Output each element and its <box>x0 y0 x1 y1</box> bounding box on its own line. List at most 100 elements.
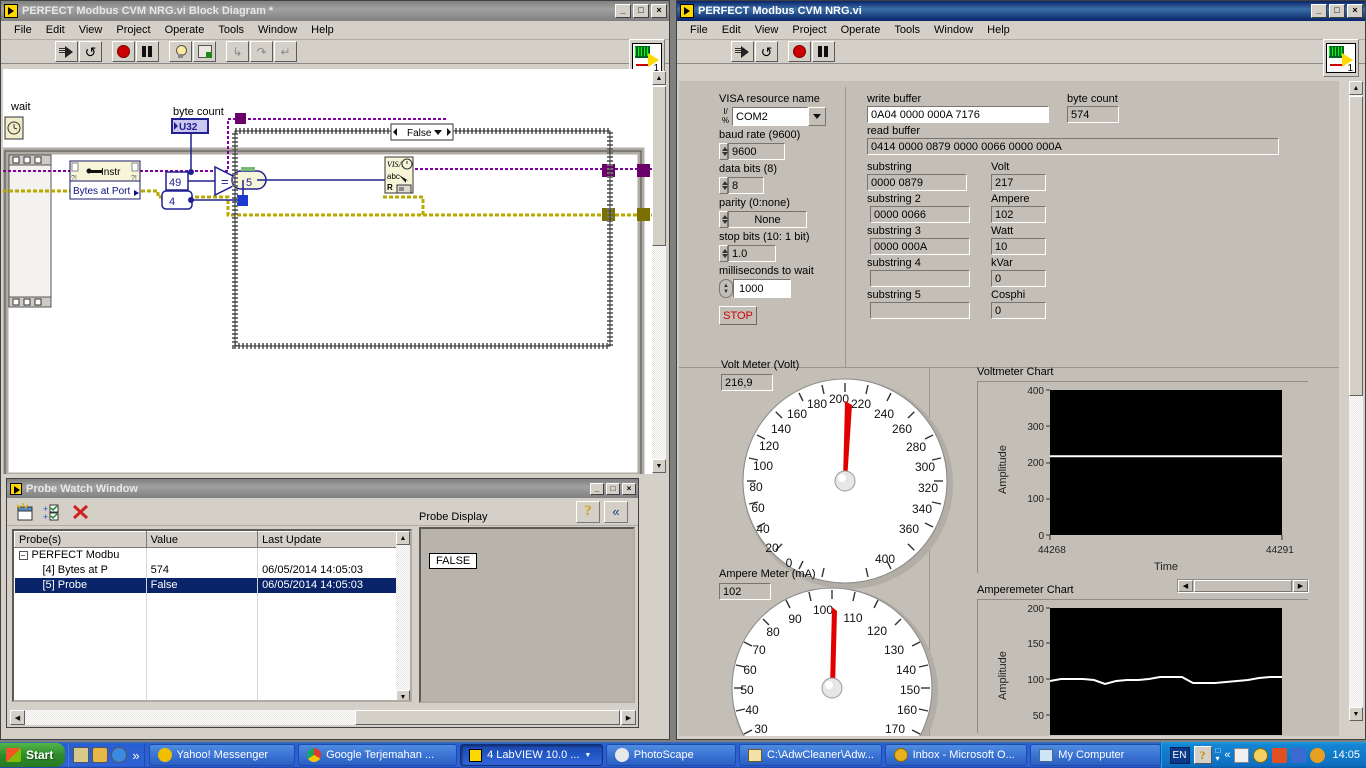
column-header-probes[interactable]: Probe(s) <box>14 531 147 548</box>
fp-pause-icon[interactable] <box>812 41 835 62</box>
table-row[interactable]: [4] Bytes at P 574 06/05/2014 14:05:03 <box>14 562 410 578</box>
fp-menu-view[interactable]: View <box>748 23 786 37</box>
pause-icon[interactable] <box>136 41 159 62</box>
fp-menu-tools[interactable]: Tools <box>887 23 927 37</box>
stop-bits-stepper[interactable] <box>719 245 728 262</box>
abort-stop-icon[interactable] <box>112 41 135 62</box>
start-button[interactable]: Start <box>0 743 66 767</box>
task-outlook-inbox[interactable]: Inbox - Microsoft O... <box>884 744 1028 766</box>
run-arrow-icon[interactable] <box>55 41 78 62</box>
menu-window[interactable]: Window <box>251 23 304 37</box>
baud-rate-control[interactable]: 9600 <box>719 143 839 160</box>
new-probe-icon[interactable] <box>13 501 37 523</box>
quick-launch-overflow[interactable]: » <box>132 748 139 763</box>
amperemeter-chart-box[interactable]: 200 150 100 50 Amplitude <box>977 599 1310 736</box>
stop-button[interactable]: STOP <box>719 306 757 325</box>
parity-control[interactable]: None <box>719 211 839 228</box>
network-icon[interactable] <box>1291 747 1307 763</box>
menu-view[interactable]: View <box>72 23 110 37</box>
probe-table-container[interactable]: Probe(s) Value Last Update − PERFECT Modb… <box>12 529 412 702</box>
table-row[interactable]: [5] Probe False 06/05/2014 14:05:03 <box>14 577 410 593</box>
probe-scroll-left-arrow[interactable]: ◀ <box>10 710 25 725</box>
column-header-last-update[interactable]: Last Update <box>257 531 410 548</box>
add-probe-icon[interactable]: + + <box>41 501 65 523</box>
bd-scroll-down-arrow[interactable]: ▼ <box>652 459 666 473</box>
fp-scroll-thumb[interactable] <box>1349 96 1363 396</box>
language-indicator[interactable]: EN <box>1169 746 1190 764</box>
probe-window-hscrollbar[interactable]: ◀ ▶ <box>10 710 636 725</box>
task-my-computer[interactable]: My Computer <box>1030 744 1161 766</box>
bd-scroll-up-arrow[interactable]: ▲ <box>652 71 666 85</box>
stop-bits-control[interactable]: 1.0 <box>719 245 839 262</box>
minimize-button[interactable]: _ <box>615 4 631 18</box>
probe-hscroll-thumb[interactable] <box>355 710 620 725</box>
tray-expand-icon[interactable]: « <box>1224 749 1230 761</box>
fp-menu-help[interactable]: Help <box>980 23 1017 37</box>
mail-icon[interactable] <box>1234 747 1250 763</box>
fp-menu-project[interactable]: Project <box>785 23 833 37</box>
clock-icon[interactable] <box>1253 747 1269 763</box>
tray-help-icon[interactable]: ? <box>1193 746 1212 764</box>
visa-resource-name-combo[interactable]: I/% COM2 <box>719 107 839 126</box>
voltmeter-chart-box[interactable]: 400 300 200 100 0 44268 44291 Time Ampli… <box>977 381 1310 575</box>
fp-run-continuously-icon[interactable]: ↺ <box>755 41 778 62</box>
step-over-icon[interactable]: ↷ <box>250 41 273 62</box>
highlight-bulb-icon[interactable] <box>169 41 192 62</box>
volt-meter-gauge[interactable]: 0 20 40 60 80 100 120 140 160 180 200 22… <box>739 375 957 593</box>
fp-close-button[interactable]: × <box>1347 4 1363 18</box>
milliseconds-to-wait-control[interactable]: ▲ ▼ 1000 <box>719 279 839 298</box>
retain-wire-values-icon[interactable] <box>193 41 216 62</box>
chevron-down-icon[interactable] <box>808 107 826 126</box>
fp-vi-icon-pane[interactable]: 1 <box>1323 39 1359 77</box>
data-bits-value[interactable]: 8 <box>728 177 764 194</box>
fp-menu-operate[interactable]: Operate <box>834 23 888 37</box>
show-desktop-icon[interactable] <box>73 747 90 763</box>
data-bits-control[interactable]: 8 <box>719 177 839 194</box>
pw-close-button[interactable]: × <box>622 482 636 495</box>
write-buffer-value[interactable]: 0A04 0000 000A 7176 <box>867 106 1049 123</box>
probe-watch-titlebar[interactable]: Probe Watch Window _ □ × <box>7 479 638 498</box>
chevron-down-icon[interactable]: ▼ <box>584 752 591 759</box>
front-panel-titlebar[interactable]: PERFECT Modbus CVM NRG.vi _ □ × <box>677 1 1365 21</box>
run-continuously-icon[interactable]: ↺ <box>79 41 102 62</box>
ms-wait-stepper[interactable]: ▲ ▼ <box>719 279 733 298</box>
fp-scroll-up-arrow[interactable]: ▲ <box>1349 81 1363 95</box>
fp-abort-stop-icon[interactable] <box>788 41 811 62</box>
pw-maximize-button[interactable]: □ <box>606 482 620 495</box>
stop-bits-value[interactable]: 1.0 <box>728 245 776 262</box>
taskbar-clock[interactable]: 14:05 <box>1332 749 1360 761</box>
ampere-meter-gauge[interactable]: 30 40 50 60 70 80 90 100 110 120 130 140… <box>731 584 941 736</box>
tray-toolbar-handle[interactable]: □ ▾ <box>1216 747 1221 763</box>
antivirus-icon[interactable] <box>1310 747 1326 763</box>
baud-rate-stepper[interactable] <box>719 143 728 160</box>
menu-operate[interactable]: Operate <box>158 23 212 37</box>
fp-vertical-scrollbar[interactable]: ▲ ▼ <box>1349 81 1363 721</box>
media-player-icon[interactable] <box>92 747 109 763</box>
fp-menu-edit[interactable]: Edit <box>715 23 748 37</box>
update-icon[interactable] <box>1272 747 1288 763</box>
menu-file[interactable]: File <box>7 23 39 37</box>
task-adwcleaner[interactable]: C:\AdwCleaner\Adw... <box>738 744 882 766</box>
menu-edit[interactable]: Edit <box>39 23 72 37</box>
parity-stepper[interactable] <box>719 211 728 228</box>
column-header-value[interactable]: Value <box>145 531 259 548</box>
fp-maximize-button[interactable]: □ <box>1329 4 1345 18</box>
probe-display-area[interactable]: FALSE <box>419 527 635 703</box>
task-google-terjemahan[interactable]: Google Terjemahan ... <box>298 744 458 766</box>
fp-menu-window[interactable]: Window <box>927 23 980 37</box>
delete-probe-icon[interactable] <box>69 501 93 523</box>
fp-run-arrow-icon[interactable] <box>731 41 754 62</box>
task-yahoo-messenger[interactable]: Yahoo! Messenger <box>148 744 296 766</box>
step-into-icon[interactable]: ↳ <box>226 41 249 62</box>
tree-expander-icon[interactable]: − <box>18 551 28 561</box>
parity-value[interactable]: None <box>728 211 807 228</box>
block-diagram-canvas[interactable]: wait Instr Bytes at Port ?! ?! byte coun… <box>3 69 653 474</box>
baud-rate-value[interactable]: 9600 <box>728 143 785 160</box>
fp-scroll-down-arrow[interactable]: ▼ <box>1349 707 1363 721</box>
close-button[interactable]: × <box>651 4 667 18</box>
pw-minimize-button[interactable]: _ <box>590 482 604 495</box>
task-labview[interactable]: 4 LabVIEW 10.0 ... ▼ <box>460 744 603 766</box>
bd-vertical-scrollbar[interactable]: ▲ ▼ <box>652 71 666 473</box>
block-diagram-titlebar[interactable]: PERFECT Modbus CVM NRG.vi Block Diagram … <box>1 1 669 21</box>
probe-scroll-up-arrow[interactable]: ▲ <box>396 531 410 545</box>
